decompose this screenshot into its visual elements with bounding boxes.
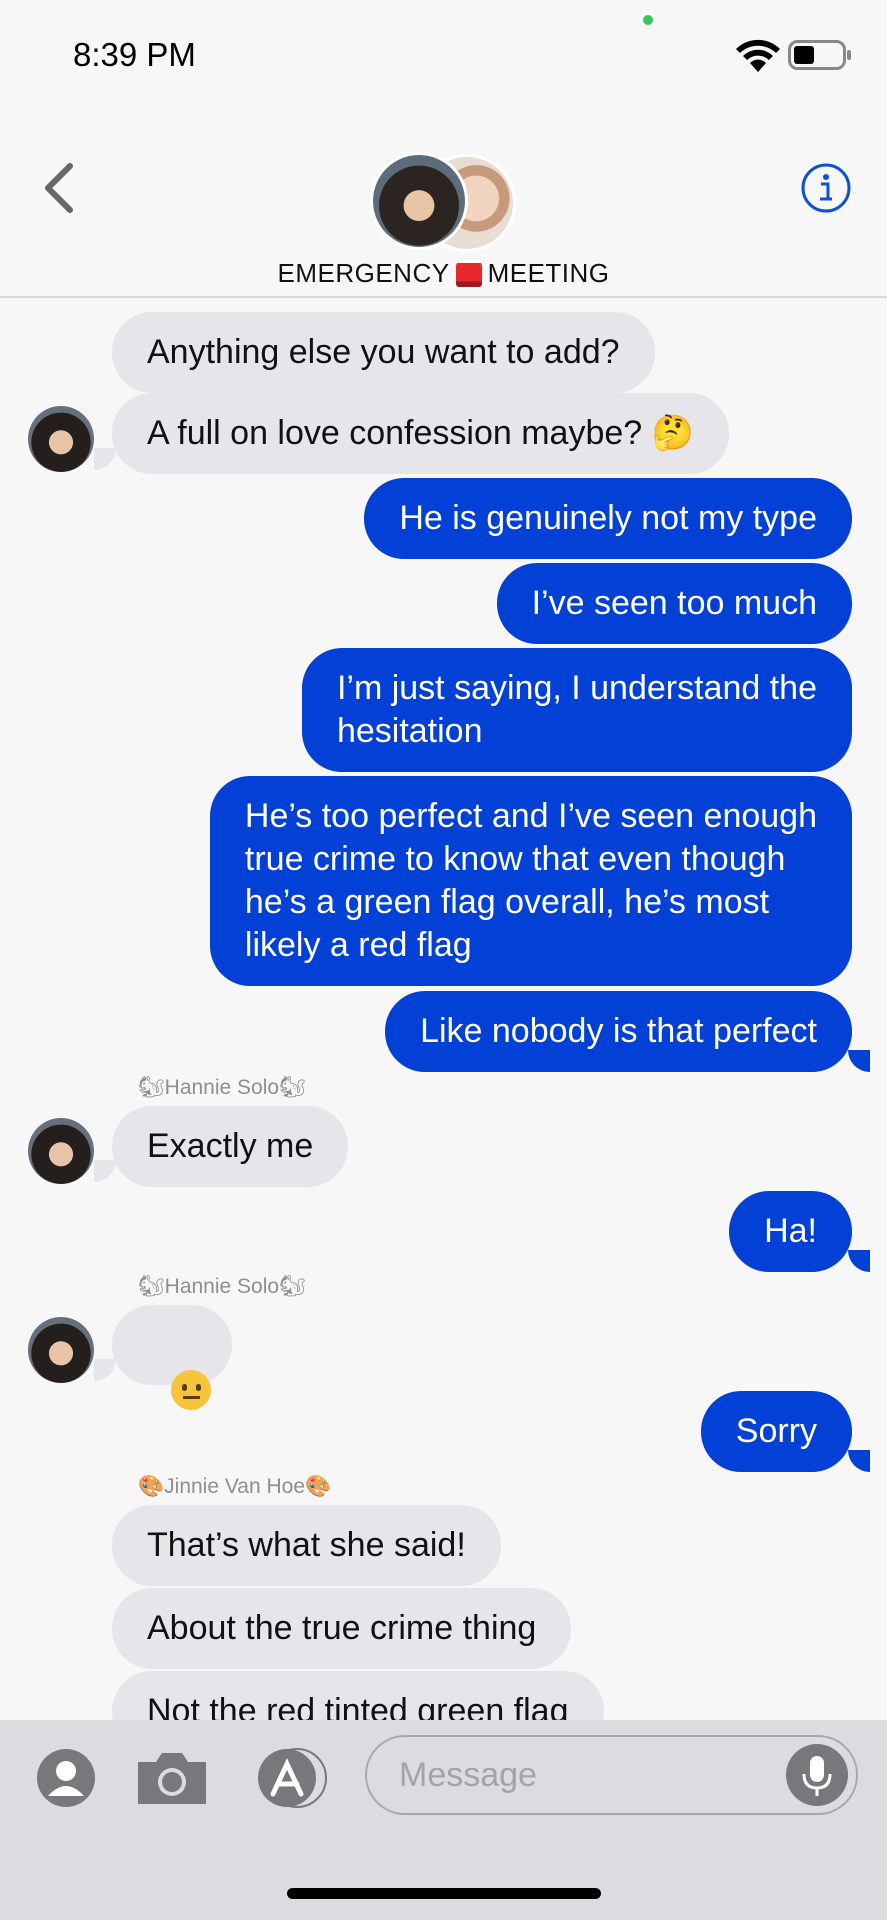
bubble-tail [94, 1359, 116, 1381]
avatar[interactable] [28, 406, 94, 472]
message-bubble[interactable]: About the true crime thing [112, 1588, 572, 1669]
message-bubble[interactable]: I’m just saying, I understand the hesita… [301, 648, 852, 772]
message-bubble[interactable]: Anything else you want to add? [112, 312, 655, 393]
camera-indicator-icon [643, 15, 653, 25]
home-indicator[interactable] [287, 1888, 601, 1899]
avatar[interactable] [28, 1118, 94, 1184]
message-placeholder: Message [399, 1756, 537, 1794]
message-bubble[interactable]: Exactly me [112, 1106, 349, 1187]
siren-icon [455, 259, 482, 287]
contact-icon[interactable] [36, 1748, 96, 1808]
message-bubble[interactable]: Sorry [700, 1391, 852, 1472]
message-bubble[interactable]: Like nobody is that perfect [385, 991, 852, 1072]
neutral-face-icon [170, 1370, 211, 1411]
message-bubble[interactable]: I’ve seen too much [496, 563, 852, 644]
group-avatars[interactable] [370, 152, 520, 252]
group-title[interactable]: EMERGENCY MEETING [0, 258, 887, 289]
message-bubble[interactable]: Ha! [729, 1191, 852, 1272]
conversation-header: EMERGENCY MEETING [0, 110, 887, 298]
message-bubble[interactable]: He’s too perfect and I’ve seen enough tr… [209, 776, 852, 986]
message-bubble[interactable]: He is genuinely not my type [364, 478, 852, 559]
message-bubble[interactable]: That’s what she said! [112, 1505, 501, 1586]
message-bubble[interactable] [112, 1305, 232, 1411]
bubble-tail [848, 1450, 870, 1472]
battery-icon [788, 40, 851, 70]
avatar[interactable] [28, 1317, 94, 1383]
sender-name: 🐿Hannie Solo🐿 [138, 1076, 306, 1099]
status-bar: 8:39 PM [0, 0, 887, 110]
back-chevron-icon[interactable] [40, 158, 80, 218]
sender-name: 🎨Jinnie Van Hoe🎨 [138, 1475, 332, 1498]
bubble-tail [848, 1050, 870, 1072]
info-icon[interactable] [800, 162, 852, 214]
bubble-tail [848, 1250, 870, 1272]
message-input[interactable]: Message [365, 1735, 858, 1815]
message-bubble[interactable]: Not the red tinted green flag [112, 1671, 604, 1720]
bubble-tail [94, 1160, 116, 1182]
wifi-icon [736, 39, 780, 72]
avatar [370, 152, 468, 250]
status-time: 8:39 PM [73, 36, 196, 73]
microphone-icon[interactable] [786, 1744, 848, 1806]
sender-name: 🐿Hannie Solo🐿 [138, 1275, 306, 1298]
group-title-left: EMERGENCY [277, 258, 450, 288]
message-bubble[interactable]: A full on love confession maybe? 🤔 [112, 393, 729, 474]
group-title-right: MEETING [487, 258, 610, 288]
message-list[interactable]: Anything else you want to add? A full on… [0, 298, 887, 1720]
app-store-icon[interactable] [253, 1748, 333, 1808]
bubble-tail [94, 448, 116, 470]
camera-icon[interactable] [134, 1748, 210, 1808]
